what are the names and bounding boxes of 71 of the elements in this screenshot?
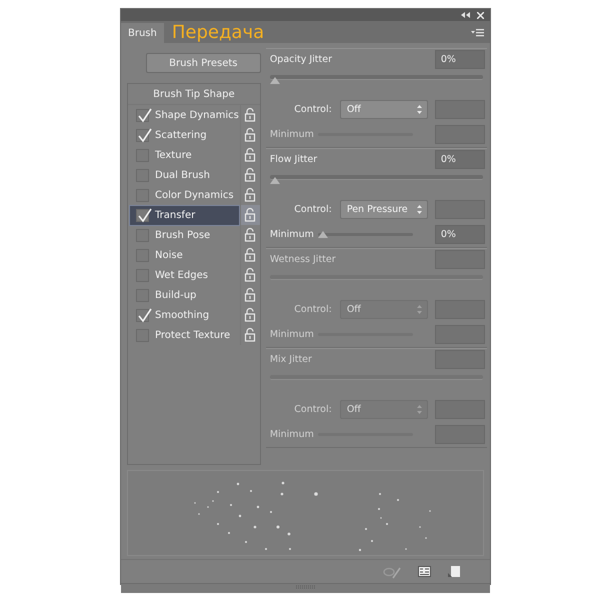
minimum-label: Minimum [270, 328, 315, 340]
eye-brush-icon[interactable] [383, 564, 401, 578]
check-icon [137, 106, 152, 122]
minimum-label: Minimum [270, 428, 315, 440]
check-icon [137, 126, 152, 142]
checkbox[interactable] [136, 108, 149, 122]
setting-label: Opacity Jitter [270, 54, 332, 65]
annotation-label: Передача [172, 22, 264, 42]
lock-icon [244, 208, 256, 222]
slider-thumb[interactable] [270, 177, 280, 184]
stepper-icon [416, 104, 423, 114]
control-label: Control: [293, 204, 333, 214]
minimum-label: Minimum [270, 228, 315, 240]
brush-option[interactable]: Transfer [129, 204, 240, 226]
grid-icon[interactable] [418, 566, 431, 577]
value-field[interactable]: 0% [434, 50, 485, 69]
control-dropdown[interactable]: Pen Pressure [340, 200, 428, 218]
brush-option[interactable]: Color Dynamics [129, 184, 240, 206]
minimum-label: Minimum [270, 128, 315, 140]
lock-icon [244, 228, 256, 242]
resize-grip-icon [296, 584, 316, 590]
brush-option[interactable]: Brush Pose [129, 224, 240, 246]
lock-icon [244, 248, 256, 262]
setting-label: Wetness Jitter [270, 254, 336, 265]
brush-option[interactable]: Dual Brush [129, 164, 240, 186]
brush-option[interactable]: Wet Edges [129, 264, 240, 286]
value-field[interactable] [434, 350, 485, 369]
brush-option[interactable]: Noise [129, 244, 240, 266]
control-dropdown[interactable]: Off [340, 100, 428, 118]
setting-label: Mix Jitter [270, 354, 312, 365]
check-icon [137, 206, 152, 222]
stepper-icon [416, 204, 423, 214]
lock-icon [244, 188, 256, 202]
lock-icon [244, 268, 256, 282]
close-icon [477, 12, 484, 18]
brush-option[interactable]: Shape Dynamics [129, 104, 240, 126]
brush-option[interactable]: Texture [129, 144, 240, 166]
lock-icon [244, 288, 256, 302]
brush-tip-shape-item[interactable]: Brush Tip Shape [128, 84, 260, 105]
new-page-icon[interactable] [448, 566, 460, 577]
slider-thumb[interactable] [318, 230, 328, 238]
lock-icon [244, 148, 256, 162]
stepper-icon [416, 404, 423, 414]
slider[interactable] [270, 75, 483, 86]
checkbox[interactable] [136, 308, 149, 322]
slider-thumb[interactable] [270, 77, 280, 84]
value-field[interactable]: 0% [434, 224, 485, 244]
menu-icon[interactable] [471, 28, 484, 36]
control-label: Control: [293, 404, 333, 414]
check-icon [137, 306, 152, 322]
control-label: Control: [293, 304, 333, 314]
collapse-icon [461, 12, 470, 18]
brush-option[interactable]: Build-up [129, 284, 240, 306]
brush-option[interactable]: Protect Texture [129, 324, 240, 346]
lock-icon [244, 108, 256, 122]
lock-icon [244, 168, 256, 182]
lock-icon [244, 128, 256, 142]
brush-presets-button[interactable]: Brush Presets [146, 53, 261, 73]
panel-tab[interactable]: Brush [121, 23, 164, 43]
stepper-icon [416, 304, 423, 314]
brush-option[interactable]: Smoothing [129, 304, 240, 326]
lock-icon [244, 328, 256, 342]
brush-option[interactable]: Scattering [129, 124, 240, 146]
value-field[interactable]: 0% [434, 150, 485, 169]
checkbox[interactable] [136, 208, 149, 222]
value-field[interactable] [434, 250, 485, 269]
lock-icon [244, 308, 256, 322]
slider[interactable] [270, 175, 483, 186]
setting-label: Flow Jitter [270, 154, 318, 165]
checkbox[interactable] [136, 128, 149, 142]
control-label: Control: [293, 104, 333, 114]
